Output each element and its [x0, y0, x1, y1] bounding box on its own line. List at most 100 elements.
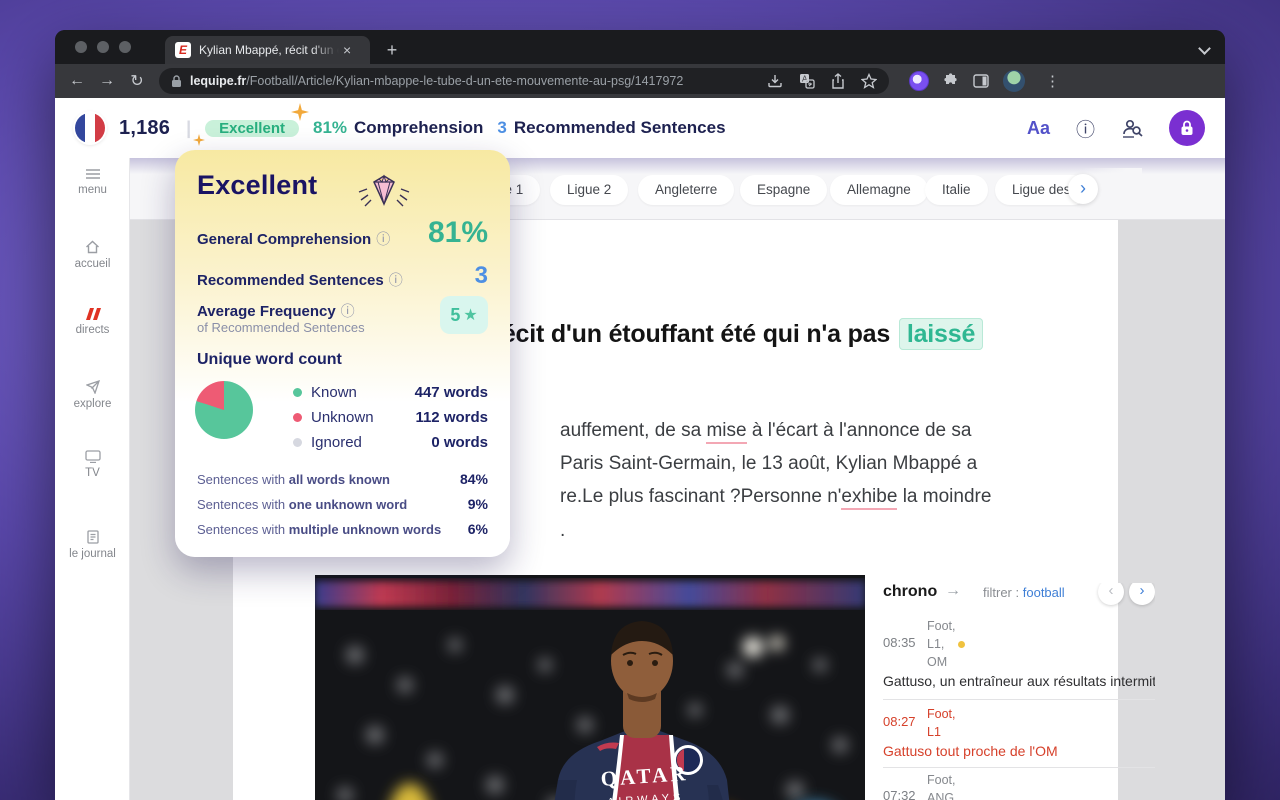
browser-tab[interactable]: E Kylian Mbappé, récit d'un étou ×	[165, 36, 370, 64]
sidebar-item-menu[interactable]: menu	[55, 168, 130, 196]
tag: L1,	[927, 637, 945, 651]
bookmark-star-icon[interactable]	[861, 73, 877, 89]
chrono-item-tags: Foot, L1	[927, 705, 956, 741]
site-favicon: E	[175, 42, 191, 58]
label-text: Sentences with	[197, 497, 289, 512]
sidebar-item-label: accueil	[74, 258, 111, 270]
new-tab-button[interactable]: +	[380, 38, 404, 62]
divider: |	[186, 117, 192, 138]
sidebar-item-directs[interactable]: directs	[55, 308, 130, 336]
general-comprehension-value: 81%	[427, 216, 488, 249]
sidebar-item-label: explore	[73, 398, 112, 410]
unknown-dot-icon	[293, 413, 302, 422]
filter-label: filtrer :	[983, 585, 1020, 600]
forward-button[interactable]: →	[95, 72, 119, 90]
address-bar[interactable]: lequipe.fr/Football/Article/Kylian-mbapp…	[159, 68, 889, 94]
sparkle-icon	[290, 102, 309, 126]
nav-pill-espagne[interactable]: Espagne	[740, 175, 828, 205]
diamond-illustration-icon	[353, 172, 415, 217]
sidebar-item-journal[interactable]: le journal	[55, 530, 130, 560]
nav-pill-italie[interactable]: Italie	[925, 175, 988, 205]
legend-known: Known	[293, 384, 357, 401]
chrono-arrow-icon[interactable]: →	[945, 583, 961, 600]
star-icon: ★	[463, 307, 478, 324]
chrono-headline[interactable]: Gattuso, un entraîneur aux résultats int…	[883, 673, 1155, 689]
label-text: Recommended Sentences	[197, 272, 384, 289]
comprehension-popup: Excellent General Comprehension ⓘ 81% Rec…	[175, 150, 510, 557]
divider	[883, 767, 1155, 768]
url-host: lequipe.fr	[190, 74, 247, 88]
tab-title: Kylian Mbappé, récit d'un étou	[199, 43, 339, 57]
traffic-close-button[interactable]	[75, 41, 87, 53]
frequency-badge: 5 ★	[440, 296, 488, 334]
chrono-next-button[interactable]: ›	[1129, 583, 1155, 605]
body-text: re.Le plus fascinant ?Personne n'	[560, 486, 842, 507]
nav-pill-allemagne[interactable]: Allemagne	[830, 175, 928, 205]
article-photo: QATAR AIRWAYS	[315, 575, 865, 800]
font-settings-button[interactable]: Aa	[1027, 118, 1050, 139]
sparkle-icon	[193, 133, 206, 151]
average-frequency-sublabel: of Recommended Sentences	[197, 320, 365, 335]
tag: OM	[927, 655, 948, 669]
sidebar-item-tv[interactable]: TV	[55, 450, 130, 479]
info-icon[interactable]: ⓘ	[1076, 115, 1095, 142]
sentences-one-unknown-label: Sentences with one unknown word	[197, 497, 407, 512]
chrono-item-time: 08:35	[883, 635, 916, 650]
chrono-prev-button[interactable]: ‹	[1098, 583, 1124, 605]
translate-icon[interactable]: A	[799, 73, 815, 89]
chrono-headline[interactable]: Gattuso tout proche de l'OM	[883, 743, 1155, 759]
toucan-extension-icon[interactable]	[909, 71, 929, 91]
nav-next-button[interactable]: ›	[1068, 174, 1098, 204]
unknown-word[interactable]: intermitte	[1110, 673, 1155, 689]
traffic-zoom-button[interactable]	[119, 41, 131, 53]
tab-search-chevron-icon[interactable]	[1198, 42, 1211, 55]
tab-strip: E Kylian Mbappé, récit d'un étou × +	[55, 30, 1225, 64]
chrono-title[interactable]: chrono	[883, 583, 937, 601]
site-sidebar: menu accueil directs explore TV le journ…	[55, 158, 130, 800]
known-value: 447 words	[414, 384, 488, 401]
desktop: E Kylian Mbappé, récit d'un étou × + ← →…	[0, 0, 1280, 800]
level-badge[interactable]: Excellent	[205, 119, 299, 137]
highlighted-word[interactable]: laissé	[898, 318, 984, 350]
sidebar-item-accueil[interactable]: accueil	[55, 240, 130, 270]
chrono-filter[interactable]: filtrer : football	[983, 585, 1065, 600]
legend-ignored: Ignored	[293, 434, 362, 451]
save-page-icon[interactable]	[767, 73, 783, 89]
nav-pill-angleterre[interactable]: Angleterre	[638, 175, 735, 205]
profile-avatar[interactable]	[1003, 70, 1025, 92]
word-lookup-icon[interactable]	[1121, 118, 1143, 138]
unknown-value: 112 words	[415, 409, 488, 426]
extensions-puzzle-icon[interactable]	[943, 73, 959, 89]
unknown-word[interactable]: exhibe	[841, 486, 898, 510]
sidebar-item-label: TV	[85, 467, 100, 479]
french-flag-icon	[75, 113, 105, 143]
sidebar-item-explore[interactable]: explore	[55, 380, 130, 410]
popup-title: Excellent	[197, 170, 318, 200]
tab-close-icon[interactable]: ×	[343, 42, 351, 58]
info-icon[interactable]: ⓘ	[341, 303, 355, 319]
chrono-item-tags: Foot, L1, OM	[927, 617, 966, 671]
share-icon[interactable]	[831, 73, 845, 89]
ignored-value: 0 words	[431, 434, 488, 451]
browser-menu-icon[interactable]: ⋮	[1045, 72, 1060, 90]
newspaper-icon	[55, 530, 130, 544]
home-icon	[55, 240, 130, 254]
traffic-minimize-button[interactable]	[97, 41, 109, 53]
tv-icon	[55, 450, 130, 463]
legend-label: Known	[311, 384, 357, 401]
info-icon[interactable]: ⓘ	[376, 231, 390, 247]
info-icon[interactable]: ⓘ	[389, 272, 403, 288]
recommended-sentences-label: Recommended Sentences ⓘ	[197, 270, 403, 290]
unknown-word[interactable]: mise	[706, 420, 747, 444]
directs-live-icon	[55, 308, 130, 320]
extension-lock-button[interactable]	[1169, 110, 1205, 146]
level-badge-wrap: Excellent	[193, 102, 309, 146]
side-panel-icon[interactable]	[973, 74, 989, 88]
comprehension-value: 81%	[312, 118, 348, 137]
status-dot	[958, 641, 966, 649]
filter-value[interactable]: football	[1023, 585, 1065, 600]
body-text: la moindre	[897, 486, 992, 507]
back-button[interactable]: ←	[65, 72, 89, 90]
reload-button[interactable]: ↻	[125, 71, 149, 91]
nav-pill-ligue2[interactable]: Ligue 2	[550, 175, 629, 205]
